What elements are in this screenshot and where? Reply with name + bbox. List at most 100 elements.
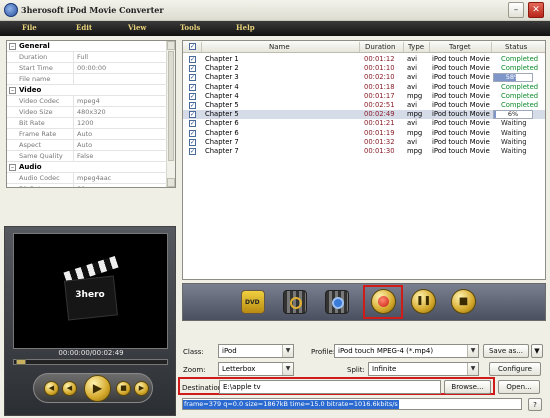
collapse-icon[interactable]: – bbox=[9, 164, 16, 171]
property-row[interactable]: Video Codec mpeg4 bbox=[7, 96, 167, 107]
profile-select[interactable]: iPod touch MPEG-4 (*.mp4) ▼ bbox=[334, 344, 479, 358]
row-checkbox[interactable]: ✓ bbox=[189, 120, 196, 128]
zoom-select[interactable]: Letterbox ▼ bbox=[218, 362, 294, 376]
menu-file[interactable]: File bbox=[22, 23, 37, 32]
table-row[interactable]: ✓ Chapter 7 00:01:32 avi iPod touch Movie Wai… bbox=[183, 138, 545, 147]
table-row[interactable]: ✓ Chapter 3 00:02:10 avi iPod touch Movie 58% bbox=[183, 73, 545, 83]
scroll-thumb[interactable] bbox=[168, 51, 174, 161]
header-type[interactable]: Type bbox=[408, 43, 424, 51]
property-row[interactable]: File name bbox=[7, 74, 167, 85]
properties-panel[interactable]: – General Duration Full Start Time 00:00:00 Fi… bbox=[6, 40, 176, 188]
table-row[interactable]: ✓ Chapter 6 00:01:19 mpg iPod touch Movie Wai… bbox=[183, 128, 545, 138]
target-cell: iPod touch Movie bbox=[432, 82, 490, 91]
collapse-icon[interactable]: – bbox=[9, 87, 16, 94]
duration-cell: 00:01:19 bbox=[364, 128, 395, 137]
table-row[interactable]: ✓ Chapter 4 00:01:18 avi iPod touch Movie Com… bbox=[183, 82, 545, 92]
target-cell: iPod touch Movie bbox=[432, 64, 490, 73]
dvd-icon[interactable]: DVD bbox=[241, 290, 265, 314]
save-as-dropdown[interactable]: ▼ bbox=[531, 344, 543, 358]
table-row[interactable]: ✓ Chapter 4 00:01:17 mpg iPod touch Movie Com… bbox=[183, 91, 545, 101]
property-section[interactable]: – General bbox=[7, 41, 167, 52]
properties-scrollbar[interactable] bbox=[166, 41, 175, 187]
property-row[interactable]: Video Size 480x320 bbox=[7, 107, 167, 118]
row-checkbox[interactable]: ✓ bbox=[189, 138, 196, 146]
chevron-down-icon[interactable]: ▼ bbox=[467, 345, 478, 357]
row-checkbox[interactable]: ✓ bbox=[189, 65, 196, 73]
row-checkbox[interactable]: ✓ bbox=[189, 148, 196, 155]
pause-icon[interactable]: ❚❚ bbox=[411, 289, 436, 314]
header-target[interactable]: Target bbox=[449, 43, 471, 51]
scroll-up-arrow[interactable] bbox=[167, 41, 175, 50]
property-value: 1200 bbox=[77, 119, 94, 127]
seek-slider[interactable] bbox=[13, 359, 168, 365]
progress-bar: 6% bbox=[493, 110, 533, 120]
header-status[interactable]: Status bbox=[505, 43, 527, 51]
menu-bar: File Edit View Tools Help bbox=[0, 21, 550, 36]
property-row[interactable]: Frame Rate Auto bbox=[7, 129, 167, 140]
menu-tools[interactable]: Tools bbox=[180, 23, 200, 32]
preview-panel: 3hero 00:00:00/00:02:49 ◀ ▶ ■ ▶ ◀ bbox=[4, 226, 176, 416]
minimize-button[interactable]: – bbox=[508, 2, 524, 18]
table-row[interactable]: ✓ Chapter 1 00:01:12 avi iPod touch Movie Com… bbox=[183, 55, 545, 64]
film-clip-icon[interactable] bbox=[283, 290, 307, 314]
property-row[interactable]: Aspect Auto bbox=[7, 140, 167, 151]
row-checkbox[interactable]: ✓ bbox=[189, 56, 196, 63]
table-row[interactable]: ✓ Chapter 2 00:01:10 avi iPod touch Movie Com… bbox=[183, 64, 545, 73]
chevron-down-icon[interactable]: ▼ bbox=[467, 363, 478, 375]
row-checkbox[interactable]: ✓ bbox=[189, 92, 196, 100]
row-checkbox[interactable]: ✓ bbox=[189, 111, 196, 119]
seek-knob[interactable] bbox=[16, 359, 26, 365]
destination-field[interactable]: E:\apple tv bbox=[219, 380, 441, 394]
duration-cell: 00:01:17 bbox=[364, 91, 395, 100]
property-row[interactable]: Audio Codec mpeg4aac bbox=[7, 173, 167, 184]
header-duration[interactable]: Duration bbox=[365, 43, 395, 51]
clapperboard-logo: 3hero bbox=[62, 255, 120, 326]
type-cell: avi bbox=[407, 119, 418, 128]
menu-edit[interactable]: Edit bbox=[76, 23, 92, 32]
row-checkbox[interactable]: ✓ bbox=[189, 83, 196, 91]
file-list-table[interactable]: ✓ Name Duration Type Target Status ✓ Chap… bbox=[182, 40, 546, 280]
row-checkbox[interactable]: ✓ bbox=[189, 74, 196, 82]
target-cell: iPod touch Movie bbox=[432, 119, 490, 128]
forward-icon[interactable]: ▶ bbox=[134, 381, 149, 396]
table-row[interactable]: ✓ Chapter 5 00:02:49 mpg iPod touch Movie 6% bbox=[183, 110, 545, 120]
class-select[interactable]: iPod ▼ bbox=[218, 344, 294, 358]
property-row[interactable]: Bit Rate 1200 bbox=[7, 118, 167, 129]
header-name[interactable]: Name bbox=[269, 43, 290, 51]
configure-button[interactable]: Configure bbox=[489, 362, 541, 376]
split-select[interactable]: Infinite ▼ bbox=[368, 362, 479, 376]
property-section[interactable]: – Video bbox=[7, 85, 167, 96]
close-button[interactable]: ✕ bbox=[528, 2, 544, 18]
film-edit-icon[interactable] bbox=[325, 290, 349, 314]
browse-button[interactable]: Browse... bbox=[444, 380, 491, 394]
menu-help[interactable]: Help bbox=[236, 23, 255, 32]
open-button[interactable]: Open... bbox=[498, 380, 540, 394]
menu-view[interactable]: View bbox=[128, 23, 146, 32]
property-row[interactable]: Bit Rate 80 bbox=[7, 184, 167, 187]
prev-icon[interactable]: ◀ bbox=[62, 381, 77, 396]
duration-cell: 00:01:12 bbox=[364, 55, 395, 63]
status-bar: frame=379 q=0.0 size=1867kB time=15.0 bi… bbox=[182, 398, 522, 410]
stop-icon[interactable]: ■ bbox=[451, 289, 476, 314]
scroll-down-arrow[interactable] bbox=[167, 178, 175, 187]
help-button[interactable]: ? bbox=[528, 398, 542, 411]
select-all-checkbox[interactable]: ✓ bbox=[189, 43, 196, 50]
property-section[interactable]: – Audio bbox=[7, 162, 167, 173]
convert-record-icon[interactable] bbox=[371, 289, 396, 314]
save-as-button[interactable]: Save as... bbox=[483, 344, 529, 358]
table-row[interactable]: ✓ Chapter 5 00:02:51 avi iPod touch Movie Com… bbox=[183, 101, 545, 110]
property-row[interactable]: Same Quality False bbox=[7, 151, 167, 162]
play-icon[interactable]: ▶ bbox=[84, 375, 111, 402]
row-checkbox[interactable]: ✓ bbox=[189, 102, 196, 109]
table-row[interactable]: ✓ Chapter 7 00:01:30 mpg iPod touch Movie Wai… bbox=[183, 147, 545, 156]
rewind-icon[interactable]: ◀ bbox=[44, 381, 59, 396]
chevron-down-icon[interactable]: ▼ bbox=[282, 363, 293, 375]
table-row[interactable]: ✓ Chapter 6 00:01:21 avi iPod touch Movie Wai… bbox=[183, 119, 545, 128]
chevron-down-icon[interactable]: ▼ bbox=[282, 345, 293, 357]
property-row[interactable]: Start Time 00:00:00 bbox=[7, 63, 167, 74]
property-row[interactable]: Duration Full bbox=[7, 52, 167, 63]
stop-small-icon[interactable]: ■ bbox=[116, 381, 131, 396]
collapse-icon[interactable]: – bbox=[9, 43, 16, 50]
row-checkbox[interactable]: ✓ bbox=[189, 129, 196, 137]
property-key: Bit Rate bbox=[19, 185, 45, 187]
